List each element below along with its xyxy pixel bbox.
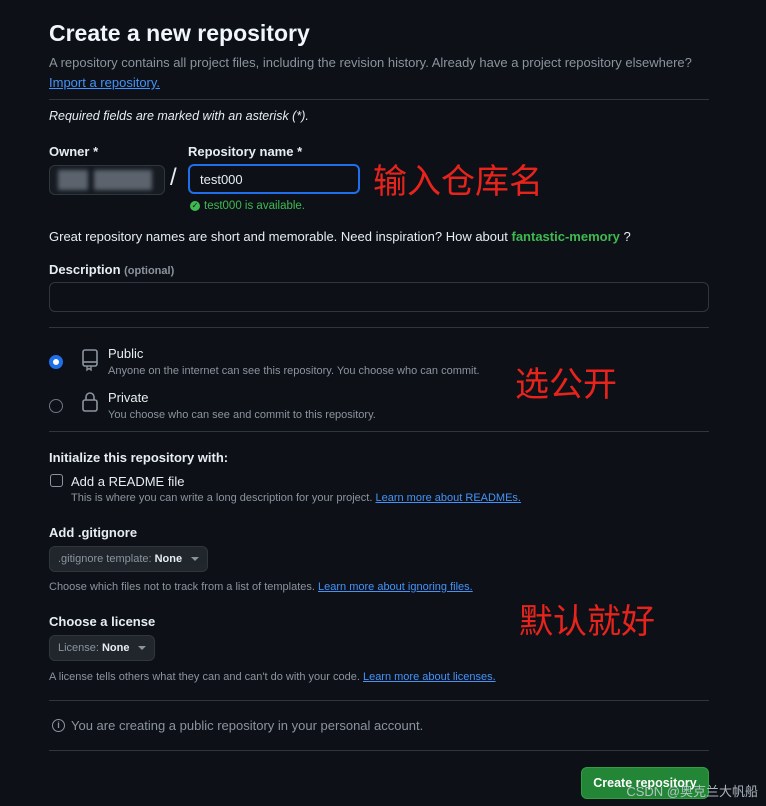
initialize-heading: Initialize this repository with:: [49, 450, 229, 465]
learn-readmes-link[interactable]: Learn more about READMEs.: [375, 492, 521, 504]
description-label: Description (optional): [49, 262, 174, 277]
availability-text: test000 is available.: [204, 200, 306, 212]
page-intro: A repository contains all project files,…: [49, 53, 709, 93]
gitignore-value: None: [154, 553, 183, 565]
annotation-choose-public: 选公开: [515, 365, 617, 405]
private-option-title: Private: [108, 390, 149, 405]
divider: [49, 327, 709, 328]
public-repo-info: i You are creating a public repository i…: [52, 718, 423, 733]
divider: [49, 431, 709, 432]
triangle-down-icon: [191, 557, 200, 561]
description-label-text: Description: [49, 262, 121, 277]
info-text: You are creating a public repository in …: [71, 718, 424, 733]
owner-name-blurred: [94, 170, 152, 190]
owner-repo-separator: /: [170, 164, 177, 191]
license-prefix: License:: [58, 642, 99, 654]
private-radio[interactable]: [49, 399, 63, 413]
private-option-desc: You choose who can see and commit to thi…: [108, 409, 376, 421]
gitignore-heading: Add .gitignore: [49, 525, 138, 540]
owner-label: Owner *: [49, 144, 99, 159]
gitignore-template-dropdown[interactable]: .gitignore template: None: [49, 546, 209, 572]
learn-ignoring-files-link[interactable]: Learn more about ignoring files.: [318, 581, 473, 593]
name-availability: ✓ test000 is available.: [190, 200, 305, 212]
divider: [49, 700, 709, 701]
hint-text: Great repository names are short and mem…: [49, 229, 508, 244]
divider: [49, 750, 709, 751]
repo-icon: [82, 349, 98, 372]
learn-licenses-link[interactable]: Learn more about licenses.: [363, 671, 496, 683]
suggested-name-link[interactable]: fantastic-memory: [511, 229, 619, 244]
intro-text: A repository contains all project files,…: [49, 55, 692, 70]
license-value: None: [101, 642, 130, 654]
annotation-enter-repo-name: 输入仓库名: [373, 162, 543, 202]
license-heading: Choose a license: [49, 614, 156, 629]
optional-tag: (optional): [124, 265, 175, 277]
divider: [49, 99, 709, 100]
triangle-down-icon: [138, 646, 147, 650]
description-input[interactable]: [49, 282, 709, 312]
owner-avatar-blurred: [58, 170, 88, 190]
repository-name-input[interactable]: [188, 164, 360, 194]
readme-desc: This is where you can write a long descr…: [71, 492, 521, 504]
check-circle-icon: ✓: [190, 201, 200, 211]
license-dropdown[interactable]: License: None: [49, 635, 156, 661]
gitignore-desc: Choose which files not to track from a l…: [49, 581, 473, 593]
required-note: Required fields are marked with an aster…: [49, 109, 309, 123]
import-repository-link[interactable]: Import a repository.: [49, 75, 160, 90]
license-desc: A license tells others what they can and…: [49, 671, 496, 683]
watermark: CSDN @奥克兰大帆船: [626, 784, 758, 799]
gitignore-prefix: .gitignore template:: [58, 553, 152, 565]
public-option-desc: Anyone on the internet can see this repo…: [108, 365, 480, 377]
lock-icon: [82, 392, 98, 412]
license-desc-text: A license tells others what they can and…: [49, 671, 360, 683]
owner-select[interactable]: [49, 165, 165, 195]
annotation-defaults-fine: 默认就好: [519, 602, 655, 642]
public-option-title: Public: [108, 346, 144, 361]
hint-suffix: ?: [623, 229, 631, 244]
gitignore-desc-text: Choose which files not to track from a l…: [49, 581, 315, 593]
repository-name-label: Repository name *: [188, 144, 303, 159]
readme-checkbox[interactable]: [50, 474, 63, 487]
public-radio[interactable]: [49, 355, 63, 369]
page-title: Create a new repository: [49, 20, 310, 46]
name-suggestion-hint: Great repository names are short and mem…: [49, 229, 631, 244]
readme-label: Add a README file: [71, 474, 185, 489]
info-icon: i: [52, 719, 65, 732]
readme-desc-text: This is where you can write a long descr…: [71, 492, 373, 504]
